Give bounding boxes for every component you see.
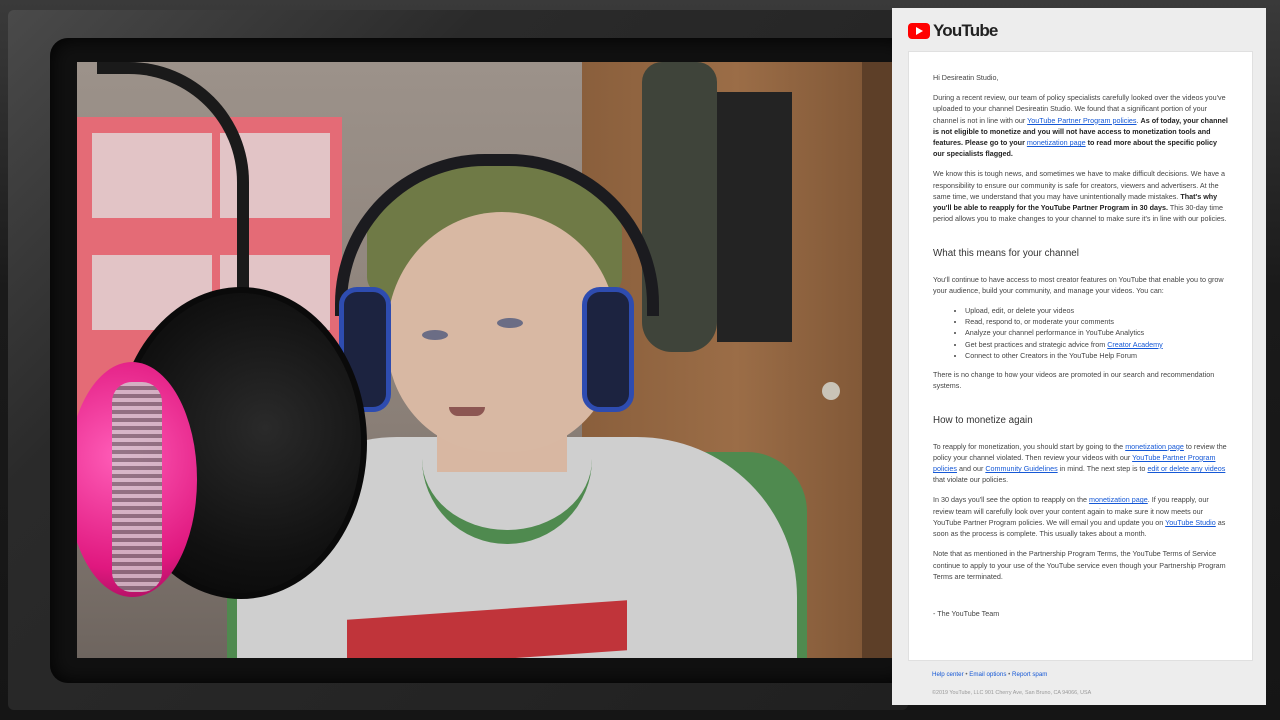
door-frame (862, 62, 892, 658)
edit-delete-videos-link[interactable]: edit or delete any videos (1147, 464, 1225, 473)
community-guidelines-link[interactable]: Community Guidelines (985, 464, 1057, 473)
monetization-page-link[interactable]: monetization page (1027, 138, 1086, 147)
email-greeting: Hi Desireatin Studio, (933, 73, 999, 82)
list-item: Analyze your channel performance in YouT… (965, 327, 1228, 338)
email-paragraph: We know this is tough news, and sometime… (933, 168, 1228, 224)
report-spam-link[interactable]: Report spam (1012, 671, 1047, 678)
eye (422, 330, 448, 340)
monetization-page-link[interactable]: monetization page (1125, 442, 1184, 451)
email-footer-links: Help center • Email options • Report spa… (932, 671, 1047, 678)
email-options-link[interactable]: Email options (969, 671, 1006, 678)
email-paragraph: You'll continue to have access to most c… (933, 274, 1224, 295)
youtube-play-icon (908, 23, 930, 39)
paragraph-text: In 30 days you'll see the option to reap… (933, 495, 1090, 505)
headphone-earcup (582, 287, 634, 412)
section-heading: How to monetize again (933, 415, 1033, 427)
youtube-wordmark: YouTube (933, 21, 998, 40)
help-center-link[interactable]: Help center (932, 671, 964, 678)
youtube-logo: YouTube (908, 20, 998, 42)
paragraph-text: and our (956, 464, 986, 474)
eye (497, 318, 523, 328)
monetization-page-link[interactable]: monetization page (1089, 495, 1148, 504)
list-item: Upload, edit, or delete your videos (965, 305, 1228, 316)
list-item-text: Get best practices and strategic advice … (965, 339, 1108, 349)
email-paragraph: To reapply for monetization, you should … (933, 441, 1228, 486)
list-item: Connect to other Creators in the YouTube… (965, 350, 1228, 361)
paragraph-text: in mind. The next step is to (1057, 464, 1148, 474)
email-signoff: - The YouTube Team (933, 608, 1000, 618)
section-heading: What this means for your channel (933, 248, 1079, 260)
microphone-grille (112, 382, 162, 592)
email-body: Hi Desireatin Studio, During a recent re… (908, 51, 1253, 661)
copyright-text: ©2019 YouTube, LLC 901 Cherry Ave, San B… (932, 690, 1092, 696)
features-list: Upload, edit, or delete your videos Read… (933, 305, 1228, 361)
youtube-studio-link[interactable]: YouTube Studio (1165, 518, 1216, 527)
email-paragraph: There is no change to how your videos ar… (933, 370, 1215, 391)
paragraph-text: that violate our policies. (933, 475, 1009, 485)
email-panel: YouTube Hi Desireatin Studio, During a r… (892, 8, 1266, 705)
mouth (449, 407, 485, 416)
webcam-video (77, 62, 892, 658)
ypp-policies-link[interactable]: YouTube Partner Program policies (1027, 116, 1136, 125)
doorknob (822, 382, 840, 400)
email-paragraph: In 30 days you'll see the option to reap… (933, 494, 1228, 539)
email-paragraph: During a recent review, our team of poli… (933, 92, 1228, 159)
hanging-coat (717, 92, 792, 342)
list-item: Get best practices and strategic advice … (965, 339, 1228, 350)
paragraph-text: To reapply for monetization, you should … (933, 441, 1126, 451)
email-paragraph: Note that as mentioned in the Partnershi… (933, 549, 1226, 581)
list-item: Read, respond to, or moderate your comme… (965, 316, 1228, 327)
creator-academy-link[interactable]: Creator Academy (1107, 340, 1163, 349)
